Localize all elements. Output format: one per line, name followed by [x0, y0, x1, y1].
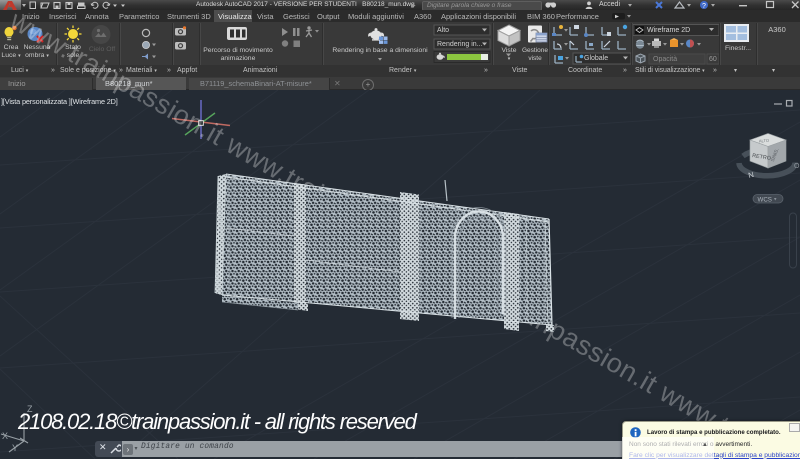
svg-text:?: ? [702, 3, 706, 10]
svg-text:][Vista personalizzata ][Wiref: ][Vista personalizzata ][Wireframe 2D] [1, 97, 118, 106]
svg-text:X: X [2, 431, 8, 441]
svg-text:O: O [794, 163, 800, 170]
svg-text:Y: Y [12, 443, 18, 453]
svg-text:WCS: WCS [758, 196, 772, 203]
svg-text:ALTO: ALTO [759, 138, 769, 144]
